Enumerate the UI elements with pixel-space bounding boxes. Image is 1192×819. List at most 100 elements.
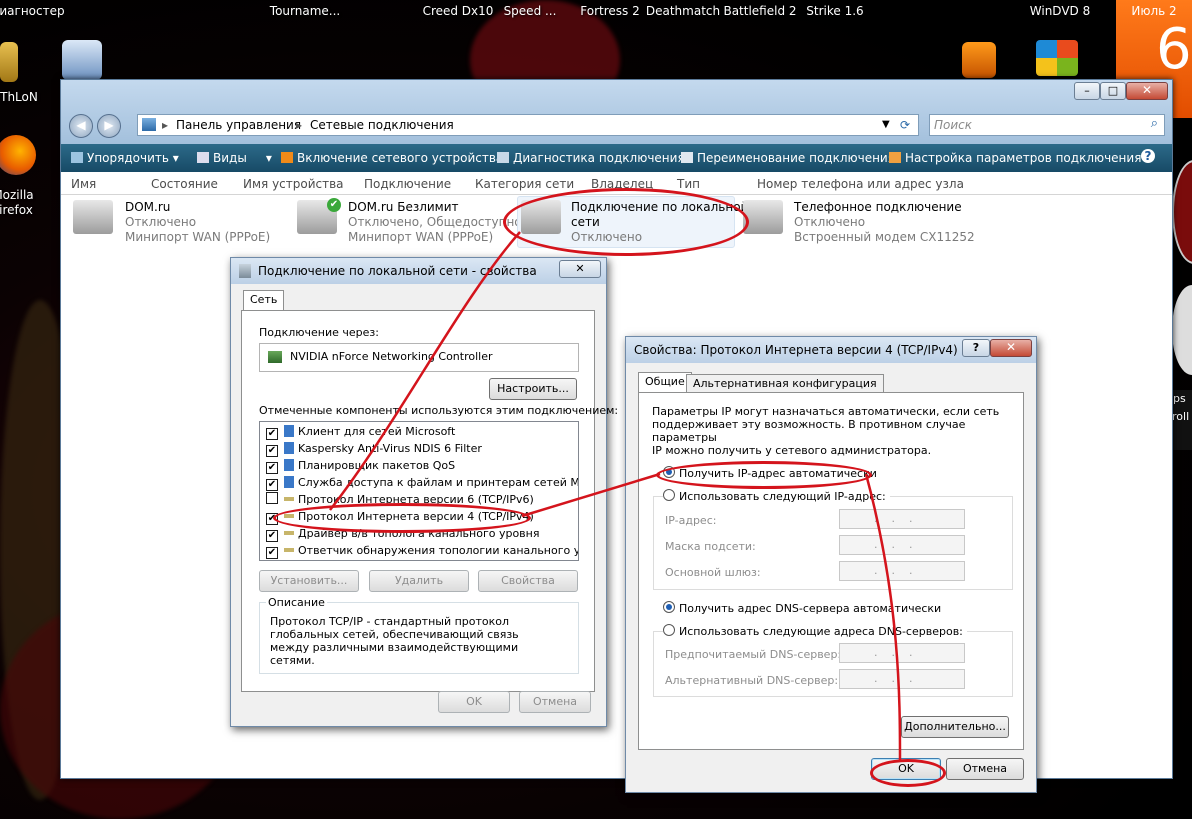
- rename-button[interactable]: Переименование подключения: [681, 151, 895, 165]
- desktop-icon-label[interactable]: Fortress 2: [570, 4, 650, 18]
- column-device[interactable]: Имя устройства: [243, 177, 344, 191]
- checkbox[interactable]: ✔: [266, 445, 278, 457]
- refresh-icon[interactable]: ⟳: [900, 115, 910, 135]
- checkbox[interactable]: ✔: [266, 547, 278, 559]
- list-item[interactable]: ✔ Клиент для сетей Microsoft: [266, 423, 455, 440]
- properties-button[interactable]: Свойства: [478, 570, 578, 592]
- tab-network[interactable]: Сеть: [243, 290, 285, 311]
- column-status[interactable]: Состояние: [151, 177, 218, 191]
- breadcrumb-control-panel[interactable]: Панель управления: [176, 115, 301, 135]
- chevron-down-icon[interactable]: ▼: [882, 115, 890, 135]
- desktop-icon-label[interactable]: Deathmatch: [643, 4, 723, 18]
- auto-dns-radio[interactable]: Получить адрес DNS-сервера автоматически: [663, 601, 941, 615]
- desktop-icon-label[interactable]: Firefox: [0, 203, 36, 217]
- views-label: Виды: [213, 151, 247, 165]
- forward-button[interactable]: ▶: [97, 114, 121, 138]
- connection-name: Телефонное подключение: [794, 200, 962, 214]
- search-input[interactable]: Поиск ⌕: [929, 114, 1165, 136]
- desktop-icon-label[interactable]: Strike 1.6: [795, 4, 875, 18]
- connection-icon[interactable]: [73, 200, 113, 234]
- protocol-icon: [284, 497, 294, 501]
- list-item[interactable]: ✔ Планировщик пакетов QoS: [266, 457, 455, 474]
- media-player-icon[interactable]: [962, 42, 996, 78]
- ok-button[interactable]: OK: [438, 691, 510, 713]
- desktop-icon-label[interactable]: Battlefield 2: [720, 4, 800, 18]
- service-icon: [284, 476, 294, 488]
- configure-button[interactable]: Настроить...: [489, 378, 577, 400]
- component-label: Клиент для сетей Microsoft: [298, 425, 456, 438]
- connection-item[interactable]: DOM.ru Отключено Минипорт WAN (PPPoE): [125, 200, 270, 245]
- connection-item[interactable]: Телефонное подключение Отключено Встроен…: [794, 200, 975, 245]
- back-button[interactable]: ◀: [69, 114, 93, 138]
- component-label: Ответчик обнаружения топологии канальног…: [298, 544, 578, 557]
- desktop-icon-label[interactable]: Speed ...: [500, 4, 560, 18]
- checkbox[interactable]: [266, 492, 278, 504]
- help-icon[interactable]: ?: [1141, 149, 1155, 163]
- desktop-icon-label[interactable]: Creed Dx10: [418, 4, 498, 18]
- connection-item[interactable]: DOM.ru Безлимит Отключено, Общедоступно …: [348, 200, 522, 245]
- gateway-field[interactable]: . . .: [839, 561, 965, 581]
- alternate-dns-field[interactable]: . . .: [839, 669, 965, 689]
- desktop-icon-label[interactable]: ThLoN: [0, 90, 44, 104]
- firefox-icon[interactable]: [0, 135, 36, 175]
- diagnose-button[interactable]: Диагностика подключения: [497, 151, 685, 165]
- dialog-title: Свойства: Протокол Интернета версии 4 (T…: [634, 343, 958, 357]
- minimize-button[interactable]: –: [1074, 82, 1100, 100]
- column-category[interactable]: Категория сети: [475, 177, 574, 191]
- folder-icon[interactable]: [0, 42, 18, 82]
- maximize-button[interactable]: □: [1100, 82, 1126, 100]
- gadget-text: roll: [1172, 410, 1190, 423]
- checkbox[interactable]: ✔: [266, 428, 278, 440]
- column-type[interactable]: Тип: [677, 177, 700, 191]
- tab-alternate[interactable]: Альтернативная конфигурация: [686, 374, 884, 393]
- connection-name: DOM.ru: [125, 200, 171, 214]
- advanced-button[interactable]: Дополнительно...: [901, 716, 1009, 738]
- rename-icon: [681, 152, 693, 163]
- manual-ip-label: Использовать следующий IP-адрес:: [679, 490, 886, 503]
- checkbox[interactable]: ✔: [266, 462, 278, 474]
- search-icon[interactable]: ⌕: [1151, 116, 1158, 131]
- views-button[interactable]: Виды ▾: [197, 151, 272, 165]
- manual-dns-radio[interactable]: Использовать следующие адреса DNS-сервер…: [663, 624, 967, 638]
- ip-address-field[interactable]: . . .: [839, 509, 965, 529]
- desktop-icon-label[interactable]: Диагностер: [0, 4, 65, 18]
- radio-icon: [663, 489, 675, 501]
- cancel-button[interactable]: Отмена: [519, 691, 591, 713]
- desktop-icon-label[interactable]: Mozilla: [0, 188, 36, 202]
- help-button[interactable]: ?: [962, 339, 990, 357]
- column-name[interactable]: Имя: [71, 177, 96, 191]
- client-icon: [284, 442, 294, 454]
- organize-button[interactable]: Упорядочить ▾: [71, 151, 179, 165]
- manual-ip-radio[interactable]: Использовать следующий IP-адрес:: [663, 489, 890, 503]
- ip-dots: . . .: [874, 646, 913, 659]
- components-list: ✔ Клиент для сетей Microsoft ✔ Kaspersky A…: [259, 421, 579, 561]
- close-button[interactable]: ✕: [559, 260, 601, 278]
- windows-logo-icon[interactable]: [1036, 40, 1078, 76]
- control-panel-icon[interactable]: [62, 40, 102, 80]
- network-icon: [239, 264, 251, 278]
- column-phone[interactable]: Номер телефона или адрес узла: [757, 177, 964, 191]
- address-bar[interactable]: ▸ Панель управления ▸ Сетевые подключени…: [137, 114, 919, 136]
- checkbox[interactable]: ✔: [266, 479, 278, 491]
- tab-panel: Подключение через: NVIDIA nForce Network…: [241, 310, 618, 692]
- breadcrumb-network[interactable]: Сетевые подключения: [310, 115, 454, 135]
- enable-device-button[interactable]: Включение сетевого устройства: [281, 151, 503, 165]
- install-button[interactable]: Установить...: [259, 570, 359, 592]
- modem-icon[interactable]: [743, 200, 783, 234]
- list-item[interactable]: ✔ Ответчик обнаружения топологии канально…: [266, 542, 578, 559]
- close-button[interactable]: ✕: [1126, 82, 1168, 100]
- subnet-mask-field[interactable]: . . .: [839, 535, 965, 555]
- tab-general[interactable]: Общие: [638, 372, 692, 393]
- remove-button[interactable]: Удалить: [369, 570, 469, 592]
- close-button[interactable]: ✕: [990, 339, 1032, 357]
- list-item[interactable]: ✔ Служба доступа к файлам и принтерам сет…: [266, 474, 578, 491]
- list-item[interactable]: ✔ Kaspersky Anti-Virus NDIS 6 Filter: [266, 440, 482, 457]
- cancel-button[interactable]: Отмена: [946, 758, 1024, 780]
- desktop-icon-label[interactable]: WinDVD 8: [1020, 4, 1100, 18]
- preferred-dns-field[interactable]: . . .: [839, 643, 965, 663]
- desktop-icon-label[interactable]: Tourname...: [265, 4, 345, 18]
- adapter-icon: [268, 351, 282, 363]
- checkbox[interactable]: ✔: [266, 530, 278, 542]
- settings-button[interactable]: Настройка параметров подключения: [889, 151, 1141, 165]
- column-connection[interactable]: Подключение: [364, 177, 451, 191]
